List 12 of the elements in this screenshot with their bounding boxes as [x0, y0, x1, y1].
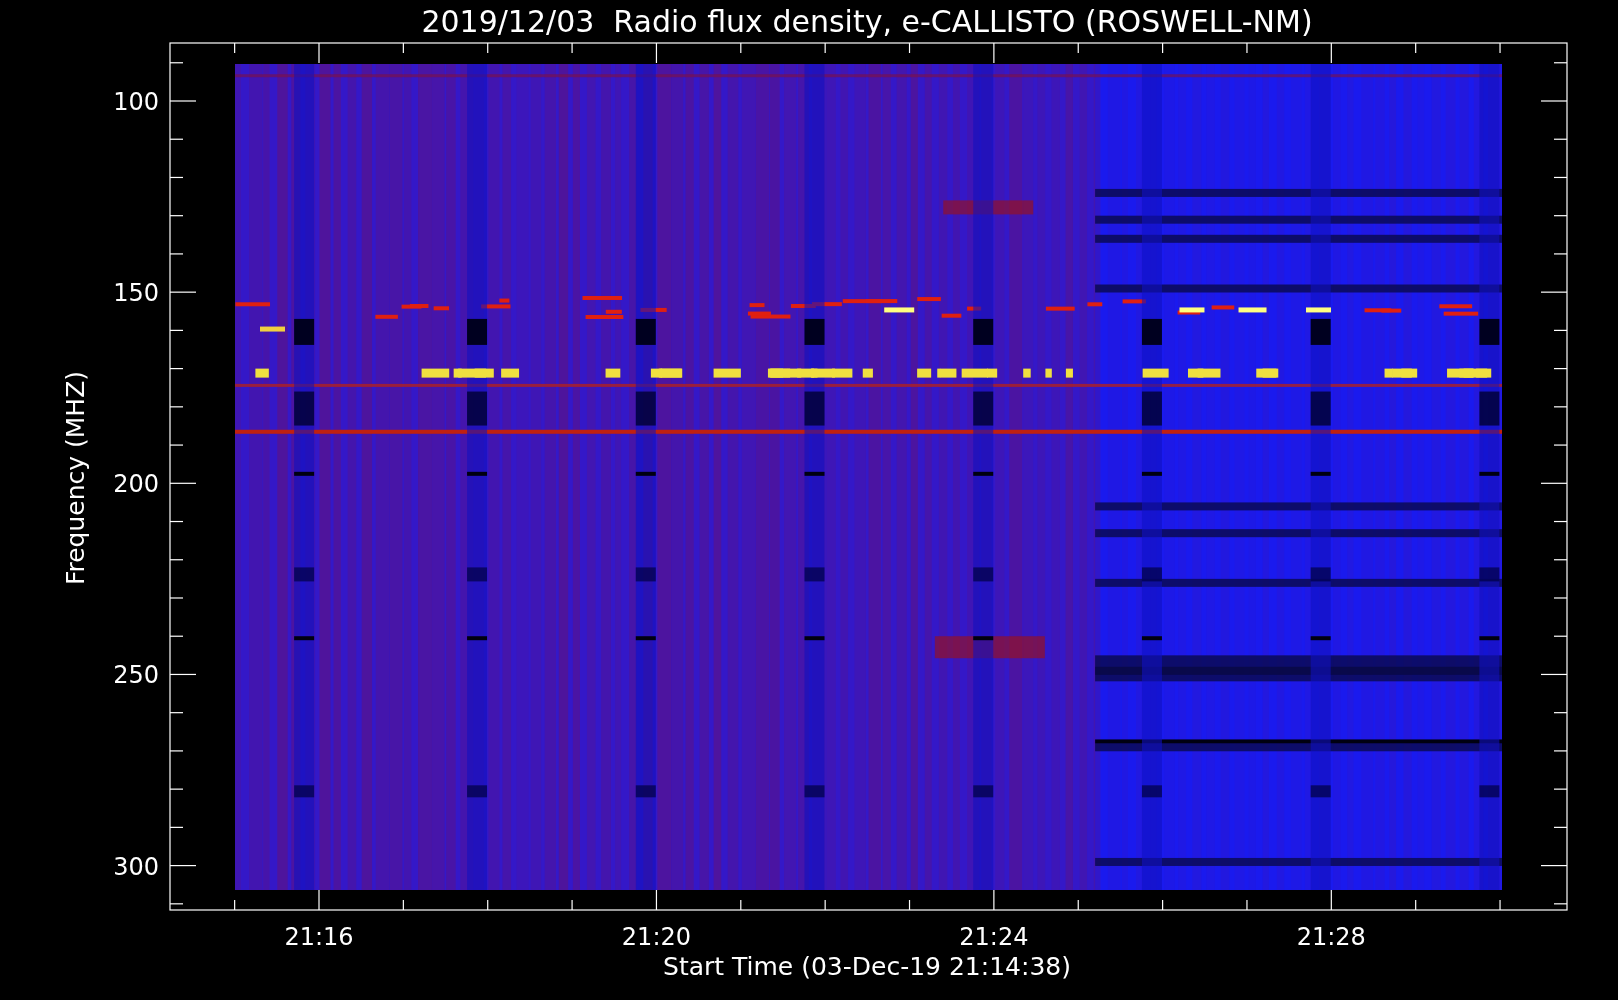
y-tick-label: 300: [113, 852, 159, 881]
x-tick-label: 21:28: [1296, 923, 1366, 951]
y-axis-label: Frequency (MHZ): [61, 370, 90, 586]
y-tick-label: 200: [113, 470, 159, 499]
x-tick-label: 21:24: [959, 923, 1029, 951]
y-tick-label: 150: [113, 279, 159, 308]
y-tick-label: 100: [113, 88, 159, 116]
x-axis-label: Start Time (03-Dec-19 21:14:38): [663, 952, 1071, 981]
x-tick-label: 21:16: [284, 923, 354, 951]
y-tick-label: 250: [113, 661, 159, 690]
x-tick-label: 21:20: [621, 923, 692, 951]
chart-title: 2019/12/03 Radio flux density, e-CALLISTO (ROSWELL-NM): [421, 4, 1313, 39]
